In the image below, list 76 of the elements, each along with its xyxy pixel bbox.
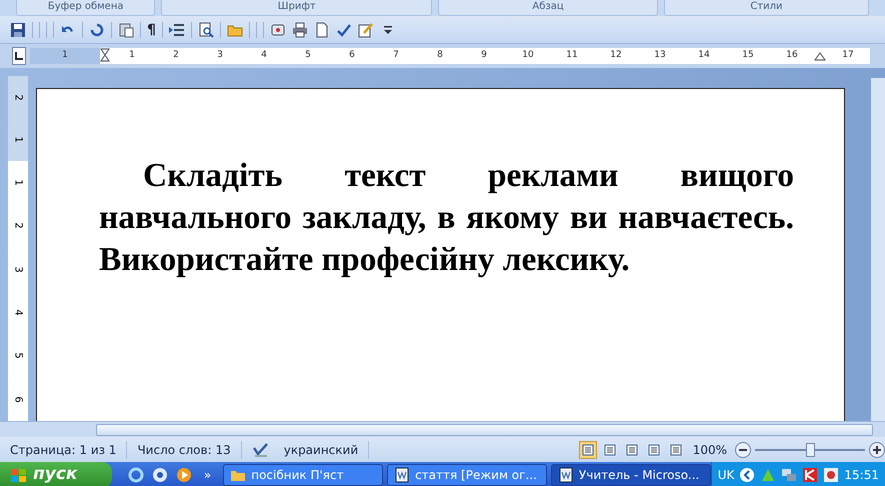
page-view-icon bbox=[580, 442, 595, 456]
ruler-number: 11 bbox=[565, 49, 579, 62]
ruler-number: 1 bbox=[128, 49, 136, 62]
tab-stop-icon bbox=[13, 50, 25, 62]
printer-icon[interactable] bbox=[292, 22, 308, 38]
ruler-number: 9 bbox=[480, 49, 488, 62]
ruler-number: 8 bbox=[436, 49, 444, 62]
ruler-number: 12 bbox=[609, 49, 623, 62]
ruler-number: 1 bbox=[12, 136, 24, 143]
proofing-icon[interactable] bbox=[252, 442, 268, 458]
ruler-number: 6 bbox=[348, 49, 356, 62]
page-view-icon bbox=[668, 442, 683, 456]
ruler-number: 4 bbox=[12, 309, 24, 316]
taskbar-button[interactable]: Учитель - Microso... bbox=[550, 464, 711, 486]
edit-note-icon[interactable] bbox=[358, 22, 374, 38]
redo-icon[interactable] bbox=[89, 22, 105, 38]
ruler-number: 4 bbox=[260, 49, 268, 62]
ruler-number: 2 bbox=[12, 94, 24, 100]
ruler-number: 2 bbox=[172, 49, 180, 62]
ruler-number: 14 bbox=[697, 49, 711, 62]
document-icon bbox=[394, 467, 410, 483]
view-button[interactable] bbox=[578, 440, 597, 458]
language-indicator[interactable]: украинский bbox=[284, 440, 358, 458]
more-button[interactable]: » bbox=[204, 466, 212, 484]
ruler-number: 5 bbox=[12, 352, 24, 360]
zoom-in-button[interactable] bbox=[869, 442, 885, 458]
ribbon-group-label[interactable]: Стили bbox=[664, 0, 869, 16]
antivirus-icon[interactable] bbox=[802, 467, 818, 483]
vertical-scrollbar[interactable] bbox=[871, 78, 885, 421]
ruler-number: 7 bbox=[392, 49, 400, 62]
document-icon bbox=[558, 467, 574, 483]
taskbar-button[interactable]: посібник П'яст bbox=[223, 464, 384, 486]
arrow-left-icon[interactable] bbox=[739, 467, 756, 483]
ruler-number: 1 bbox=[12, 179, 24, 186]
word-count[interactable]: Число слов: 13 bbox=[127, 440, 242, 458]
horizontal-scrollbar[interactable] bbox=[0, 421, 885, 437]
tray-app-icon[interactable] bbox=[823, 467, 840, 483]
tab-selector[interactable] bbox=[12, 47, 26, 65]
start-button[interactable]: пуск bbox=[0, 462, 112, 486]
ruler-number: 17 bbox=[841, 49, 855, 62]
pilcrow-button[interactable]: ¶ bbox=[147, 22, 156, 38]
ruler-number: 3 bbox=[216, 49, 224, 62]
ribbon-group-label[interactable]: Шрифт bbox=[161, 0, 432, 16]
ruler-number: 10 bbox=[521, 49, 535, 62]
clipboard-icon[interactable] bbox=[118, 22, 134, 38]
spelling-check-icon[interactable] bbox=[336, 22, 352, 38]
ruler-number: 3 bbox=[12, 266, 24, 272]
zoom-out-button[interactable] bbox=[735, 442, 751, 458]
ruler-number: 6 bbox=[12, 396, 24, 402]
indent-icon[interactable] bbox=[168, 22, 185, 38]
ruler-number: 1 bbox=[62, 49, 68, 62]
right-indent-marker-icon[interactable] bbox=[814, 51, 826, 61]
save-icon[interactable] bbox=[10, 22, 26, 38]
zoom-percent[interactable]: 100% bbox=[692, 440, 727, 458]
scrollbar-thumb[interactable] bbox=[96, 424, 873, 436]
document-paragraph: Складіть текст реклами вищого навчального закладу, в якому ви навчаєтесь. Використайте професійну лексику. bbox=[99, 156, 794, 280]
ribbon-group-label[interactable]: Буфер обмена bbox=[16, 0, 156, 16]
ruler-number: 15 bbox=[741, 49, 755, 62]
page-view-icon bbox=[646, 442, 661, 456]
zoom-slider-thumb[interactable] bbox=[806, 442, 815, 456]
windows-logo-icon bbox=[10, 466, 27, 484]
page-count[interactable]: Страница: 1 из 1 bbox=[0, 440, 128, 458]
media-player-icon[interactable] bbox=[176, 467, 192, 483]
taskbar-button[interactable]: стаття [Режим ог... bbox=[387, 464, 547, 486]
plus-icon bbox=[872, 444, 882, 454]
print-preview-icon[interactable] bbox=[198, 22, 214, 38]
language-indicator[interactable]: UK bbox=[718, 466, 734, 484]
ruler-number: 5 bbox=[304, 49, 312, 62]
ribbon-group-label[interactable]: Абзац bbox=[438, 0, 658, 16]
new-document-icon[interactable] bbox=[314, 22, 330, 38]
page-view-icon bbox=[602, 442, 617, 456]
clock: 15:51 bbox=[844, 467, 880, 484]
ruler-number: 2 bbox=[12, 222, 24, 230]
ruler-number: 16 bbox=[785, 49, 799, 62]
page-view-icon bbox=[624, 442, 639, 456]
ruler-number: 13 bbox=[653, 49, 667, 62]
